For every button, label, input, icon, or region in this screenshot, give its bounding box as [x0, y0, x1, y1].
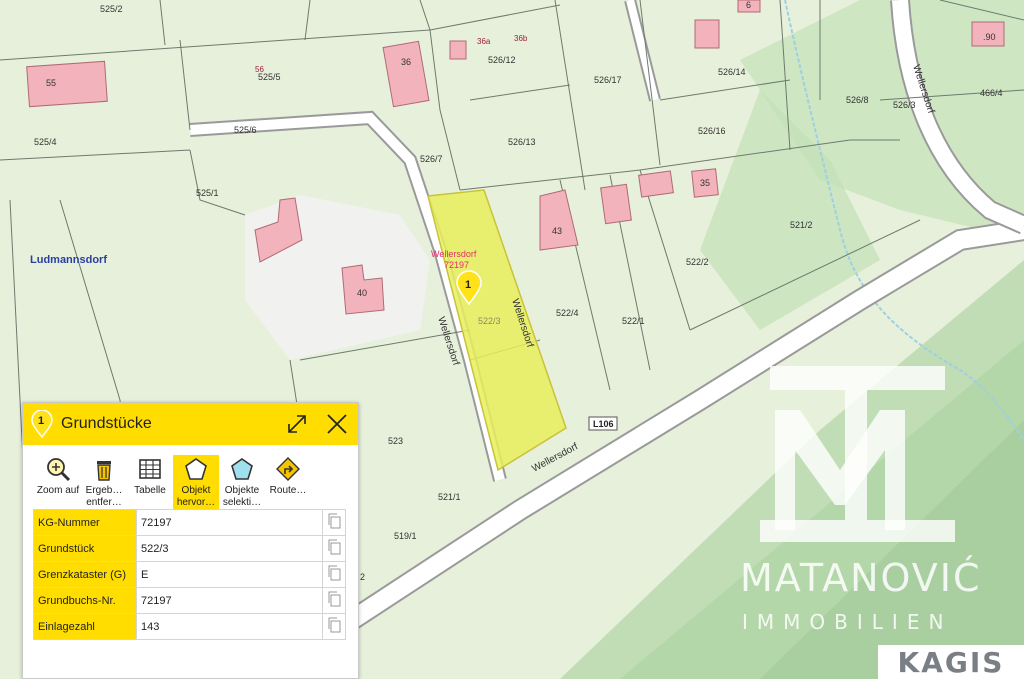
- attribute-value: 72197: [136, 509, 323, 536]
- expand-icon[interactable]: [285, 412, 309, 436]
- pentagon-outline-icon: [182, 455, 210, 483]
- parcel-label: 526/8: [846, 95, 869, 105]
- parcel-label: 526/13: [508, 137, 536, 147]
- table-icon: [136, 455, 164, 483]
- parcel-label: 522/4: [556, 308, 579, 318]
- building-number: 35: [700, 178, 710, 188]
- parcel-label: 526/16: [698, 126, 726, 136]
- panel-header: 1 Grundstücke: [23, 403, 358, 445]
- building-number: 43: [552, 226, 562, 236]
- parcel-label: 522/1: [622, 316, 645, 326]
- close-icon[interactable]: [325, 412, 349, 436]
- parcel-label: 525/6: [234, 125, 257, 135]
- table-button[interactable]: Tabelle: [127, 455, 173, 510]
- watermark-name: MATANOVIĆ: [740, 556, 982, 600]
- panel-toolbar: Zoom auf Ergeb… entfer… Tabelle Objekt h…: [23, 445, 358, 513]
- copy-button[interactable]: [322, 535, 346, 562]
- copy-button[interactable]: [322, 613, 346, 640]
- copy-button[interactable]: [322, 561, 346, 588]
- attribute-key: Einlagezahl: [33, 613, 137, 640]
- highlight-object-button[interactable]: Objekt hervor…: [173, 455, 219, 510]
- building-number: 36a: [477, 37, 491, 46]
- building-number: 56: [255, 65, 264, 74]
- place-label: Ludmannsdorf: [30, 254, 107, 266]
- building-number: 40: [357, 288, 367, 298]
- zoom-to-button[interactable]: Zoom auf: [35, 455, 81, 510]
- attribute-table: KG-Nummer 72197 Grundstück 522/3 Grenzka…: [33, 509, 346, 640]
- route-button[interactable]: Route…: [265, 455, 311, 510]
- copy-icon: [327, 513, 341, 529]
- select-objects-button[interactable]: Objekte selekti…: [219, 455, 265, 510]
- building-number: 55: [46, 78, 56, 88]
- table-row: Einlagezahl 143: [33, 613, 346, 640]
- attribute-key: Grundbuchs-Nr.: [33, 587, 137, 614]
- tool-label: Objekte selekti…: [222, 485, 262, 508]
- attribute-key: Grenzkataster (G): [33, 561, 137, 588]
- highlight-street-label: Wellersdorf: [431, 249, 477, 259]
- parcel-label: 525/4: [34, 137, 57, 147]
- parcel-label: 521/1: [438, 492, 461, 502]
- tool-label: Zoom auf: [36, 485, 80, 496]
- building-number: 36: [401, 57, 411, 67]
- tool-label: Tabelle: [134, 485, 166, 496]
- road-badge-label: L106: [593, 419, 614, 429]
- parcel-label: 522/3: [478, 316, 501, 326]
- building-number: 6: [746, 0, 751, 10]
- parcel-label: 526/3: [893, 100, 916, 110]
- map-marker-number: 1: [465, 279, 471, 291]
- zoom-in-icon: [44, 455, 72, 483]
- grundstuecke-panel: 1 Grundstücke Zoom auf Ergeb… entfer… Ta…: [22, 402, 359, 679]
- parcel-label: 526/12: [488, 55, 516, 65]
- parcel-label: 525/1: [196, 188, 219, 198]
- parcel-label: 525/2: [100, 4, 123, 14]
- attribute-value: 72197: [136, 587, 323, 614]
- copy-icon: [327, 539, 341, 555]
- marker-pin-icon: 1: [31, 409, 53, 439]
- trash-icon: [90, 455, 118, 483]
- attribute-value: 143: [136, 613, 323, 640]
- panel-title: Grundstücke: [61, 415, 152, 432]
- copy-button[interactable]: [322, 587, 346, 614]
- tool-label: Objekt hervor…: [176, 485, 216, 508]
- table-row: Grenzkataster (G) E: [33, 561, 346, 588]
- table-row: KG-Nummer 72197: [33, 509, 346, 536]
- remove-results-button[interactable]: Ergeb… entfer…: [81, 455, 127, 510]
- route-icon: [274, 455, 302, 483]
- attribute-value: 522/3: [136, 535, 323, 562]
- highlight-kg-label: 72197: [444, 260, 469, 270]
- watermark-subtitle: IMMOBILIEN: [742, 610, 953, 634]
- parcel-label: 466/4: [980, 88, 1003, 98]
- parcel-label: 526/17: [594, 75, 622, 85]
- copy-icon: [327, 591, 341, 607]
- parcel-label: 526/7: [420, 154, 443, 164]
- copy-icon: [327, 617, 341, 633]
- parcel-label: 2: [360, 572, 365, 582]
- parcel-label: 523: [388, 436, 403, 446]
- table-row: Grundbuchs-Nr. 72197: [33, 587, 346, 614]
- building-number: 36b: [514, 34, 528, 43]
- kagis-badge: KAGIS: [878, 645, 1024, 679]
- tool-label: Ergeb… entfer…: [85, 485, 123, 508]
- copy-button[interactable]: [322, 509, 346, 536]
- building-number: .90: [983, 32, 996, 42]
- parcel-label: 522/2: [686, 257, 709, 267]
- parcel-label: 519/1: [394, 531, 417, 541]
- tool-label: Route…: [269, 485, 307, 496]
- table-row: Grundstück 522/3: [33, 535, 346, 562]
- attribute-key: KG-Nummer: [33, 509, 137, 536]
- parcel-label: 521/2: [790, 220, 813, 230]
- attribute-key: Grundstück: [33, 535, 137, 562]
- parcel-label: 526/14: [718, 67, 746, 77]
- pentagon-filled-icon: [228, 455, 256, 483]
- svg-text:1: 1: [38, 415, 44, 427]
- copy-icon: [327, 565, 341, 581]
- attribute-value: E: [136, 561, 323, 588]
